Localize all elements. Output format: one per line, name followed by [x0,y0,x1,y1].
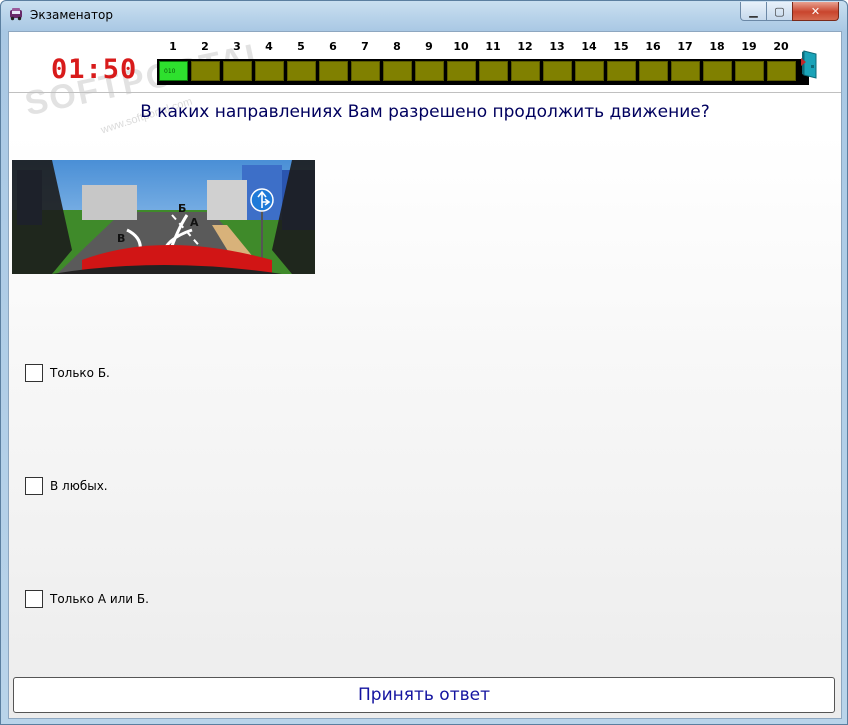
question-cell-10[interactable] [447,61,476,81]
question-cell-12[interactable] [511,61,540,81]
question-cell-11[interactable] [479,61,508,81]
current-cell-text: 010 [164,68,176,75]
header-separator [9,92,841,93]
timer-display: 01:50 [51,54,138,85]
exit-door-icon[interactable] [801,49,819,79]
question-cell-5[interactable] [287,61,316,81]
answer-label: Только А или Б. [50,592,149,606]
close-button[interactable]: ✕ [792,2,839,21]
answer-option-2[interactable]: В любых. [25,475,108,497]
question-text: В каких направлениях Вам разрешено продо… [140,102,710,122]
question-cell-16[interactable] [639,61,668,81]
question-cell-6[interactable] [319,61,348,81]
question-number-label: 1 [169,40,177,53]
maximize-button[interactable]: ▢ [766,2,793,21]
answer-checkbox[interactable] [25,477,43,495]
question-number-label: 19 [741,40,757,53]
answer-option-1[interactable]: Только Б. [25,362,110,384]
question-cell-3[interactable] [223,61,252,81]
question-cell-4[interactable] [255,61,284,81]
question-number-label: 6 [329,40,337,53]
question-cell-9[interactable] [415,61,444,81]
question-cell-18[interactable] [703,61,732,81]
question-cell-20[interactable] [767,61,796,81]
question-number-label: 5 [297,40,305,53]
question-number-label: 18 [709,40,725,53]
question-cell-2[interactable] [191,61,220,81]
question-cell-8[interactable] [383,61,412,81]
question-number-label: 4 [265,40,273,53]
answer-option-3[interactable]: Только А или Б. [25,588,149,610]
question-number-label: 9 [425,40,433,53]
question-number-label: 15 [613,40,629,53]
question-number-label: 11 [485,40,501,53]
question-progress-bar: 010 [157,59,809,85]
app-window: Экзаменатор ▁ ▢ ✕ SOFTPORTAL www.softpor… [0,0,848,725]
answer-checkbox[interactable] [25,364,43,382]
label-v: В [117,232,125,245]
question-cell-15[interactable] [607,61,636,81]
question-number-label: 3 [233,40,241,53]
question-number-label: 8 [393,40,401,53]
title-bar[interactable]: Экзаменатор ▁ ▢ ✕ [1,1,847,29]
window-title: Экзаменатор [30,8,113,22]
question-number-label: 10 [453,40,469,53]
question-numbers: 1 2 3 4 5 6 7 8 9 10 11 12 13 14 15 16 17 18 19 20 [157,40,807,54]
exam-panel: SOFTPORTAL www.softportal.com 01:50 1234… [8,31,842,719]
question-number-label: 17 [677,40,693,53]
question-number-label: 7 [361,40,369,53]
car-app-icon [10,8,22,21]
question-number-label: 14 [581,40,597,53]
question-number-label: 12 [517,40,533,53]
question-number-label: 2 [201,40,209,53]
question-number-label: 20 [773,40,789,53]
minimize-button[interactable]: ▁ [740,2,767,21]
question-number-label: 13 [549,40,565,53]
label-b: Б [178,202,186,215]
question-cell-14[interactable] [575,61,604,81]
road-situation-picture: В Б А [12,160,315,274]
question-cell-7[interactable] [351,61,380,81]
question-cell-1[interactable]: 010 [159,61,188,81]
question-number-label: 16 [645,40,661,53]
question-cell-19[interactable] [735,61,764,81]
question-cell-13[interactable] [543,61,572,81]
accept-answer-button[interactable]: Принять ответ [13,677,835,713]
answer-label: В любых. [50,479,108,493]
answer-label: Только Б. [50,366,110,380]
answer-checkbox[interactable] [25,590,43,608]
label-a: А [190,216,199,229]
question-cell-17[interactable] [671,61,700,81]
